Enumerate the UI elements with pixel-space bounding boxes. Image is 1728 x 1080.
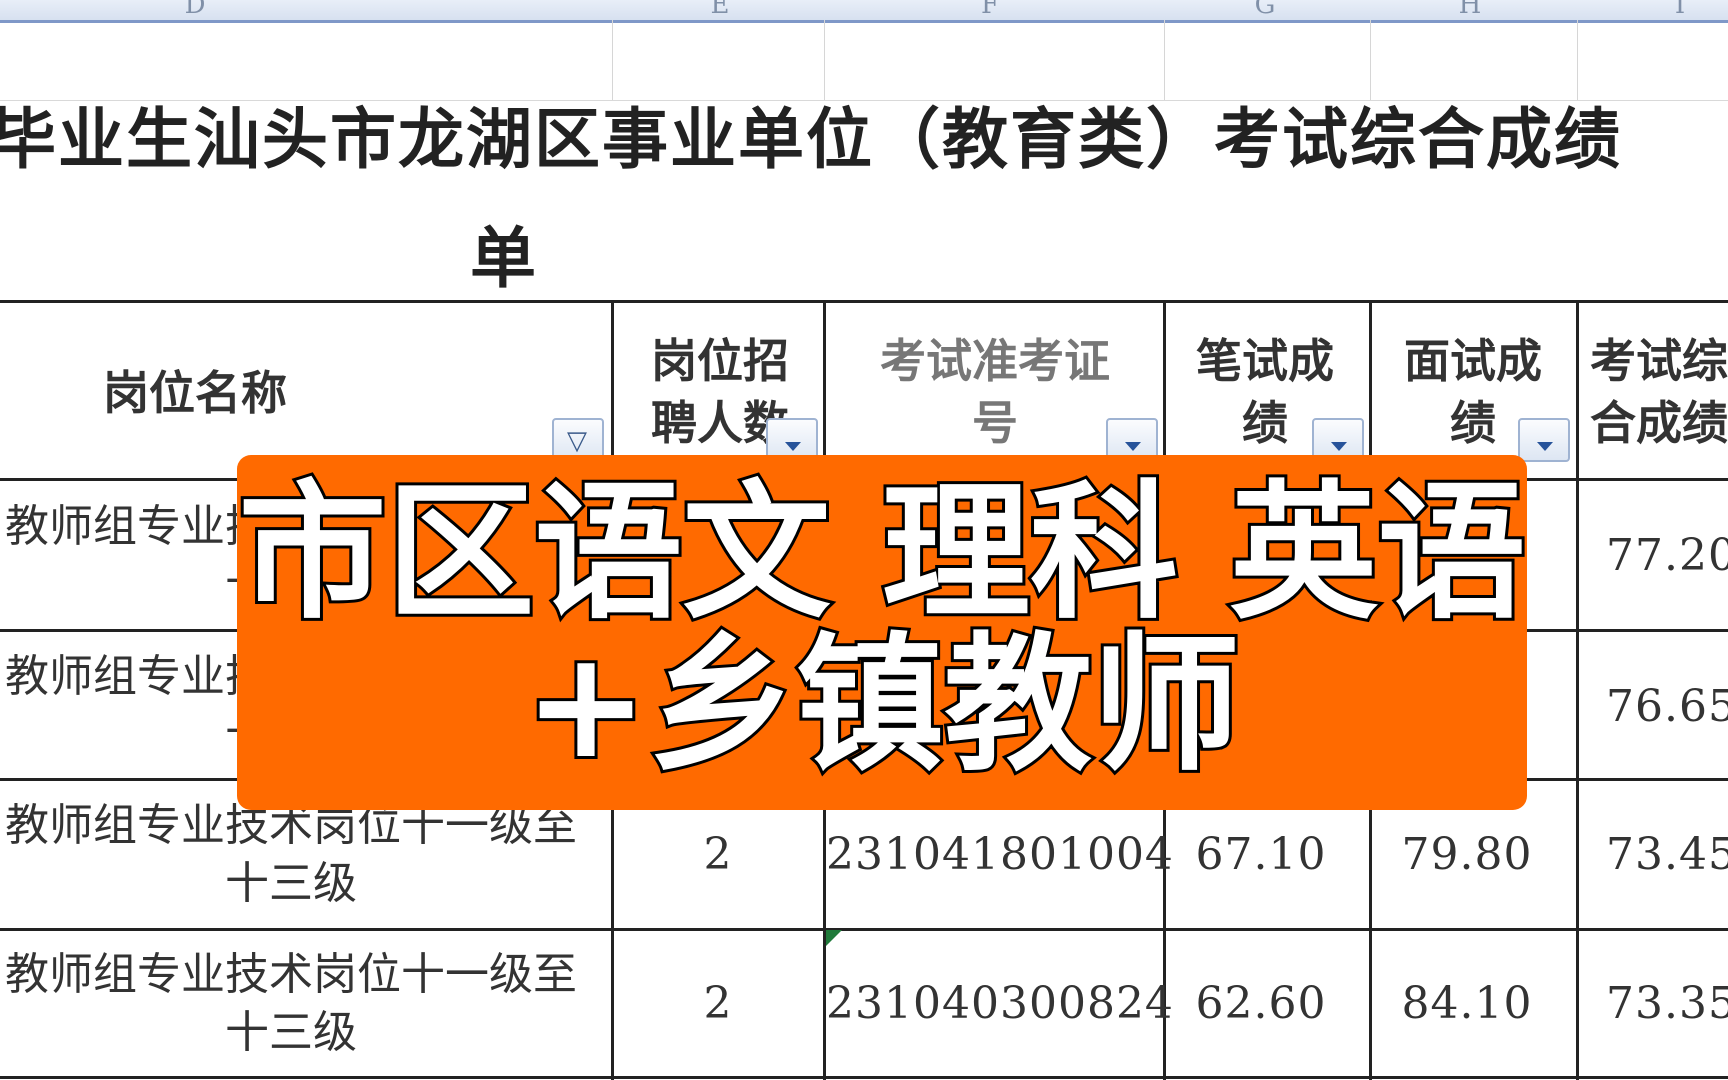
- filter-dropdown-button[interactable]: [1518, 418, 1570, 462]
- header-position-name[interactable]: 岗位名称: [60, 362, 330, 424]
- grid-line: [824, 20, 825, 100]
- header-text: 合成绩: [1590, 396, 1728, 450]
- sheet-title-continuation[interactable]: 单: [470, 205, 536, 301]
- header-text: 笔试成: [1196, 334, 1334, 388]
- header-total-score[interactable]: 考试综 合成绩: [1590, 330, 1728, 454]
- column-letter[interactable]: I: [1660, 0, 1700, 20]
- table-cell-total[interactable]: 77.20: [1606, 527, 1728, 585]
- column-letter[interactable]: D: [175, 0, 215, 20]
- grid-line: [1164, 20, 1165, 100]
- grid-line: [612, 20, 613, 100]
- table-cell-interview[interactable]: 84.10: [1372, 975, 1562, 1033]
- sheet-title[interactable]: 毕业生汕头市龙湖区事业单位（教育类）考试综合成绩: [0, 100, 1728, 180]
- column-letter[interactable]: G: [1245, 0, 1285, 20]
- column-letter[interactable]: E: [700, 0, 740, 20]
- cell-error-indicator: [826, 930, 842, 946]
- banner-text-line2: +乡镇教师: [521, 619, 1243, 791]
- banner-text-line1: 市区语文 理科 英语: [235, 467, 1528, 639]
- table-cell-exam-id[interactable]: 231041801004: [826, 826, 1173, 884]
- cell-text: 十三级: [225, 1007, 357, 1058]
- column-letter[interactable]: H: [1450, 0, 1490, 20]
- table-border: [0, 1076, 1728, 1079]
- table-cell-interview[interactable]: 79.80: [1372, 826, 1562, 884]
- table-cell-count[interactable]: 2: [614, 975, 822, 1033]
- table-cell-total[interactable]: 73.35: [1606, 975, 1728, 1033]
- cell-text: 十三级: [225, 858, 357, 909]
- header-text: 面试成: [1404, 334, 1542, 388]
- header-text: 考试准考证: [880, 334, 1110, 388]
- header-text: 考试综: [1590, 334, 1728, 388]
- table-cell-position[interactable]: 教师组专业技术岗位十一级至 十三级: [0, 797, 596, 913]
- table-cell-exam-id[interactable]: 231040300824: [826, 975, 1173, 1033]
- column-letter[interactable]: F: [970, 0, 1010, 20]
- table-cell-position[interactable]: 教师组专业技术岗位十一级至 十三级: [0, 946, 596, 1062]
- table-cell-count[interactable]: 2: [614, 826, 822, 884]
- table-border: [0, 928, 1728, 931]
- table-cell-total[interactable]: 76.65: [1606, 678, 1728, 736]
- table-border: [1576, 300, 1579, 1080]
- table-cell-written[interactable]: 67.10: [1166, 826, 1356, 884]
- grid-line: [1370, 20, 1371, 100]
- column-header-bar[interactable]: D E F G H I: [0, 0, 1728, 23]
- table-cell-written[interactable]: 62.60: [1166, 975, 1356, 1033]
- header-text: 岗位招: [651, 334, 789, 388]
- overlay-banner: 市区语文 理科 英语 +乡镇教师: [235, 455, 1529, 810]
- cell-text: 教师组专业技术岗位十一级至: [5, 949, 577, 1000]
- table-border: [0, 300, 1728, 303]
- table-cell-total[interactable]: 73.45: [1606, 826, 1728, 884]
- grid-line: [1577, 20, 1578, 100]
